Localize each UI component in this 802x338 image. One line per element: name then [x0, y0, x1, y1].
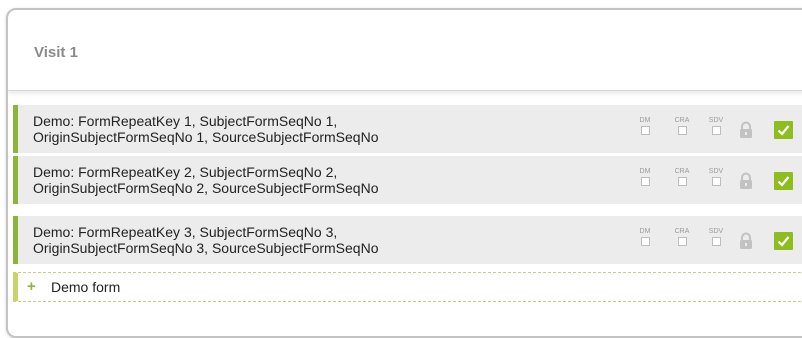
- cra-flag: CRA: [672, 117, 692, 135]
- dm-flag-label: DM: [639, 168, 651, 175]
- cra-flag-label: CRA: [674, 117, 690, 124]
- cra-flag-label: CRA: [674, 228, 690, 235]
- form-label-line2: OriginSubjectFormSeqNo 2, SourceSubjectF…: [33, 180, 379, 196]
- form-label-line1: Demo: FormRepeatKey 2, SubjectFormSeqNo …: [33, 164, 338, 180]
- form-row[interactable]: Demo: FormRepeatKey 2, SubjectFormSeqNo …: [13, 156, 802, 204]
- add-form-label: Demo form: [51, 279, 121, 295]
- dm-flag: DM: [635, 228, 655, 246]
- form-label-line2: OriginSubjectFormSeqNo 1, SourceSubjectF…: [33, 129, 379, 145]
- checkmark-icon[interactable]: [774, 172, 793, 190]
- visit-title: Visit 1: [34, 44, 78, 61]
- form-row[interactable]: Demo: FormRepeatKey 1, SubjectFormSeqNo …: [13, 105, 802, 153]
- cra-flag: CRA: [672, 168, 692, 186]
- visit-header: Visit 1: [8, 10, 802, 91]
- checkmark-icon[interactable]: [774, 121, 793, 139]
- visit-card: Visit 1 Demo: FormRepeatKey 1, SubjectFo…: [6, 8, 802, 338]
- dm-checkbox[interactable]: [640, 237, 650, 246]
- cra-checkbox[interactable]: [677, 237, 687, 246]
- lock-icon[interactable]: [738, 172, 754, 190]
- sdv-checkbox[interactable]: [711, 177, 721, 186]
- form-label[interactable]: Demo: FormRepeatKey 2, SubjectFormSeqNo …: [33, 164, 379, 196]
- form-label[interactable]: Demo: FormRepeatKey 1, SubjectFormSeqNo …: [33, 113, 379, 145]
- sdv-flag: SDV: [706, 168, 726, 186]
- cra-flag-label: CRA: [674, 168, 690, 175]
- sdv-flag-label: SDV: [708, 228, 724, 235]
- sdv-flag-label: SDV: [708, 117, 724, 124]
- dm-checkbox[interactable]: [640, 177, 650, 186]
- sdv-checkbox[interactable]: [711, 237, 721, 246]
- form-label-line2: OriginSubjectFormSeqNo 3, SourceSubjectF…: [33, 240, 379, 256]
- form-label-line1: Demo: FormRepeatKey 3, SubjectFormSeqNo …: [33, 224, 338, 240]
- checkmark-icon[interactable]: [774, 232, 793, 250]
- sdv-flag: SDV: [706, 117, 726, 135]
- cra-flag: CRA: [672, 228, 692, 246]
- plus-icon: +: [27, 278, 36, 295]
- form-label-line1: Demo: FormRepeatKey 1, SubjectFormSeqNo …: [33, 113, 338, 129]
- form-label[interactable]: Demo: FormRepeatKey 3, SubjectFormSeqNo …: [33, 224, 379, 256]
- dm-flag-label: DM: [639, 117, 651, 124]
- dm-checkbox[interactable]: [640, 126, 650, 135]
- add-form-button[interactable]: + Demo form: [13, 272, 802, 302]
- sdv-flag: SDV: [706, 228, 726, 246]
- cra-checkbox[interactable]: [677, 177, 687, 186]
- sdv-flag-label: SDV: [708, 168, 724, 175]
- cra-checkbox[interactable]: [677, 126, 687, 135]
- dm-flag-label: DM: [639, 228, 651, 235]
- lock-icon[interactable]: [738, 121, 754, 139]
- dm-flag: DM: [635, 168, 655, 186]
- form-row[interactable]: Demo: FormRepeatKey 3, SubjectFormSeqNo …: [13, 216, 802, 264]
- sdv-checkbox[interactable]: [711, 126, 721, 135]
- lock-icon[interactable]: [738, 232, 754, 250]
- dm-flag: DM: [635, 117, 655, 135]
